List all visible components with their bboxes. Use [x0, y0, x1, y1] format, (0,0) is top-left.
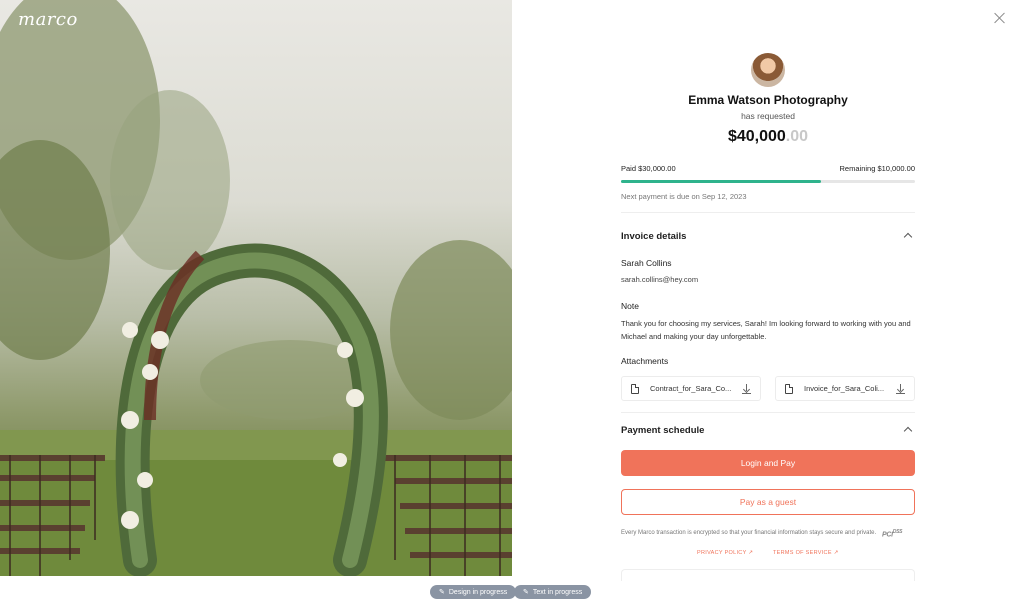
business-name: Emma Watson Photography	[688, 93, 848, 107]
client-name: Sarah Collins	[621, 258, 672, 268]
document-icon	[631, 383, 639, 394]
remaining-amount: Remaining $10,000.00	[839, 164, 915, 173]
attachment-filename: Invoice_for_Sara_Coli...	[804, 384, 885, 393]
attachment-invoice[interactable]: Invoice_for_Sara_Coli...	[775, 376, 915, 401]
next-payment-note: Next payment is due on Sep 12, 2023	[621, 192, 747, 201]
invoice-details-title: Invoice details	[621, 231, 687, 242]
pci-text: PCI	[882, 531, 893, 539]
pci-dss-logo: PCIDSS	[882, 529, 902, 538]
photo-illustration	[0, 0, 512, 576]
pill-label: Text in progress	[532, 588, 583, 596]
login-and-pay-button[interactable]: Login and Pay	[621, 450, 915, 476]
document-icon	[785, 383, 793, 394]
chevron-up-icon[interactable]	[904, 231, 912, 239]
client-email: sarah.collins@hey.com	[621, 275, 699, 284]
chevron-up-icon[interactable]	[904, 425, 912, 433]
pencil-icon: ✎	[523, 589, 529, 596]
paid-amount: Paid $30,000.00	[621, 164, 676, 173]
pencil-icon: ✎	[439, 589, 445, 596]
terms-of-service-link[interactable]: TERMS OF SERVICE ↗	[773, 550, 839, 556]
payment-progress-fill	[621, 180, 821, 183]
marco-logo: marco	[18, 9, 78, 30]
pill-label: Design in progress	[448, 588, 508, 596]
privacy-policy-link[interactable]: PRIVACY POLICY ↗	[697, 550, 753, 556]
avatar	[751, 53, 785, 87]
requested-amount: $40,000.00	[621, 128, 915, 146]
note-text: Thank you for choosing my services, Sara…	[621, 319, 911, 341]
wedding-arch-photo: marco	[0, 0, 512, 576]
attachment-contract[interactable]: Contract_for_Sara_Co...	[621, 376, 761, 401]
security-note: Every Marco transaction is encrypted so …	[621, 530, 877, 536]
request-subtitle: has requested	[741, 111, 795, 121]
download-icon[interactable]	[742, 383, 752, 394]
attachment-filename: Contract_for_Sara_Co...	[650, 384, 732, 393]
next-card-edge	[621, 569, 915, 581]
amount-cents: .00	[785, 128, 809, 145]
payment-schedule-title: Payment schedule	[621, 425, 705, 436]
attachments-label: Attachments	[621, 356, 669, 366]
note-label: Note	[621, 301, 639, 311]
download-icon[interactable]	[896, 383, 905, 394]
pay-as-guest-button[interactable]: Pay as a guest	[621, 489, 915, 515]
divider	[621, 212, 915, 213]
close-icon[interactable]	[993, 11, 1007, 25]
design-in-progress-pill: ✎ Design in progress	[430, 585, 517, 599]
payment-progress-bar	[621, 180, 915, 183]
dss-text: DSS	[892, 529, 903, 535]
divider	[621, 412, 915, 413]
amount-main: $40,000	[727, 128, 786, 145]
text-in-progress-pill: ✎ Text in progress	[514, 585, 592, 599]
